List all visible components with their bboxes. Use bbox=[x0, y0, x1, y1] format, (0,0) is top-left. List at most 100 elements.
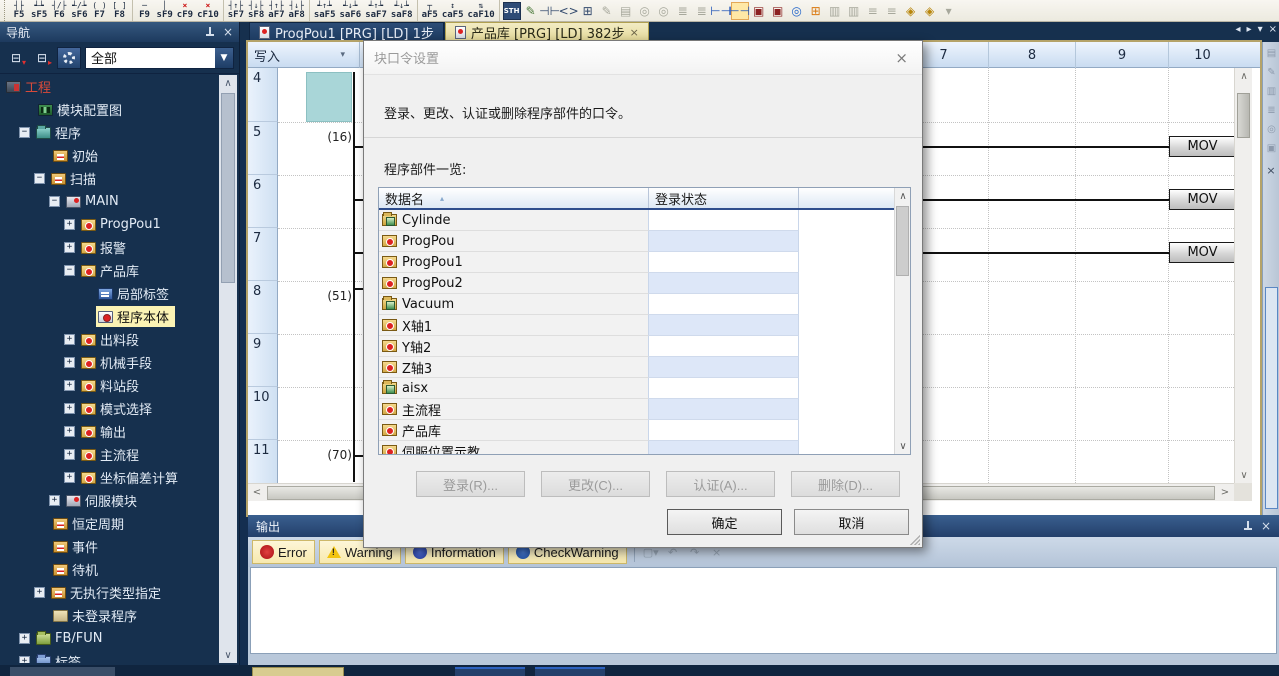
docked-tab-fragment[interactable] bbox=[10, 667, 115, 676]
tab-list-icon[interactable]: ▾ bbox=[1258, 24, 1263, 35]
tree-item-扫描[interactable]: −扫描 bbox=[2, 167, 219, 190]
tree-expand-icon[interactable]: + bbox=[34, 587, 45, 598]
close-icon[interactable]: × bbox=[891, 49, 912, 67]
register-button[interactable]: 登录(R)... bbox=[416, 471, 525, 497]
user-key-icon[interactable]: ◈ bbox=[921, 2, 939, 20]
editor-row-header-11[interactable]: 11 bbox=[248, 440, 278, 487]
ladder-button-saF6[interactable]: ┵↓┶saF6 bbox=[338, 0, 364, 21]
ladder-button-saF5[interactable]: ┵↑┶saF5 bbox=[312, 0, 338, 21]
pin-icon[interactable] bbox=[204, 27, 215, 38]
tree-item-输出[interactable]: +输出 bbox=[2, 420, 219, 443]
tree-item-料站段[interactable]: +料站段 bbox=[2, 374, 219, 397]
tree-expand-icon[interactable]: + bbox=[64, 449, 75, 460]
table-row-Z轴3[interactable]: Z轴3 bbox=[379, 357, 894, 378]
tree-expand-icon[interactable]: + bbox=[64, 426, 75, 437]
close-icon[interactable]: × bbox=[1263, 164, 1279, 177]
docked-icon[interactable]: ▥ bbox=[1264, 83, 1279, 99]
column-header-status[interactable]: 登录状态 bbox=[649, 188, 799, 208]
monitor-start-icon[interactable]: ⊢⊣ bbox=[712, 2, 730, 20]
column-header-data-name[interactable]: 数据名 ▴ bbox=[379, 188, 649, 208]
mov-instruction[interactable]: MOV bbox=[1169, 242, 1236, 263]
document-tab-1[interactable]: 产品库 [PRG] [LD] 382步× bbox=[445, 22, 649, 42]
tree-expand-icon[interactable]: + bbox=[64, 380, 75, 391]
editor-vertical-scrollbar[interactable]: ∧ ∨ bbox=[1234, 68, 1252, 483]
editor-row-header-7[interactable]: 7 bbox=[248, 228, 278, 281]
tab-scroll-left-icon[interactable]: ◂ bbox=[1236, 24, 1241, 35]
table-row-Y轴2[interactable]: Y轴2 bbox=[379, 336, 894, 357]
ladder-button-F7[interactable]: ( )F7 bbox=[90, 0, 110, 21]
expand-tree-icon[interactable]: ⊟▸ bbox=[31, 48, 53, 68]
ladder-button-F9[interactable]: ─F9 bbox=[135, 0, 155, 21]
docked-icon[interactable]: ▣ bbox=[1264, 140, 1279, 156]
docked-tab-fragment[interactable] bbox=[252, 667, 344, 676]
sth-instruction-icon[interactable]: STH bbox=[503, 2, 521, 20]
docked-icon[interactable]: ◎ bbox=[1264, 121, 1279, 137]
close-icon[interactable]: × bbox=[1261, 520, 1271, 532]
scroll-down-icon[interactable]: ∨ bbox=[219, 647, 237, 663]
tree-item-局部标签[interactable]: 局部标签 bbox=[2, 282, 219, 305]
toolbar-overflow-icon[interactable]: ▾ bbox=[940, 2, 958, 20]
tab-close-icon[interactable]: × bbox=[1269, 24, 1277, 35]
tree-item-ProgPou1[interactable]: +ProgPou1 bbox=[2, 213, 219, 236]
toolbar-grip[interactable] bbox=[0, 0, 5, 21]
tree-expand-icon[interactable]: + bbox=[19, 656, 30, 663]
editor-row-header-6[interactable]: 6 bbox=[248, 175, 278, 228]
pane-split-icon[interactable]: ▥ bbox=[845, 2, 863, 20]
ladder-button-cF9[interactable]: ×cF9 bbox=[175, 0, 195, 21]
scroll-thumb[interactable] bbox=[896, 206, 909, 276]
editor-row-header-9[interactable]: 9 bbox=[248, 334, 278, 387]
ok-button[interactable]: 确定 bbox=[667, 509, 782, 535]
tab-scroll-right-icon[interactable]: ▸ bbox=[1247, 24, 1252, 35]
ladder-button-saF8[interactable]: ┵↓┶saF8 bbox=[389, 0, 415, 21]
user-auth-icon[interactable]: ◈ bbox=[902, 2, 920, 20]
compare-icon[interactable]: <> bbox=[560, 2, 578, 20]
tree-expand-icon[interactable]: + bbox=[64, 357, 75, 368]
tree-item-FB/FUN[interactable]: +FB/FUN bbox=[2, 627, 219, 650]
scroll-up-icon[interactable]: ∧ bbox=[219, 75, 237, 91]
tree-item-模式选择[interactable]: +模式选择 bbox=[2, 397, 219, 420]
ladder-button-cF10[interactable]: ×cF10 bbox=[195, 0, 221, 21]
chevron-down-icon[interactable]: ▼ bbox=[215, 48, 233, 68]
chevron-down-icon[interactable]: ▾ bbox=[340, 50, 345, 60]
device-read-icon[interactable]: ▣ bbox=[769, 2, 787, 20]
tree-expand-icon[interactable]: + bbox=[64, 219, 75, 230]
pin-icon[interactable] bbox=[1242, 521, 1253, 532]
editor-mode-cell[interactable]: 写入 ▾ bbox=[248, 42, 360, 68]
tree-item-产品库[interactable]: −产品库 bbox=[2, 259, 219, 282]
tree-item-标签[interactable]: +标签 bbox=[2, 650, 219, 663]
tree-item-初始[interactable]: 初始 bbox=[2, 144, 219, 167]
mov-instruction[interactable]: MOV bbox=[1169, 189, 1236, 210]
scroll-down-icon[interactable]: ∨ bbox=[895, 438, 911, 454]
editor-row-header-4[interactable]: 4 bbox=[248, 68, 278, 122]
pane-icon[interactable]: ▥ bbox=[826, 2, 844, 20]
collapse-tree-icon[interactable]: ⊟▾ bbox=[5, 48, 27, 68]
edit-icon[interactable]: ✎ bbox=[598, 2, 616, 20]
docked-icon[interactable]: ≣ bbox=[1264, 102, 1279, 118]
mov-instruction[interactable]: MOV bbox=[1169, 136, 1236, 157]
ladder-button-aF7[interactable]: ┤↑├aF7 bbox=[266, 0, 286, 21]
table-row-ProgPou1[interactable]: ProgPou1 bbox=[379, 252, 894, 273]
tree-expand-icon[interactable]: − bbox=[49, 196, 60, 207]
cross-reference-icon[interactable]: ⊞ bbox=[807, 2, 825, 20]
find-replace-icon[interactable]: ◎ bbox=[655, 2, 673, 20]
tab-close-icon[interactable]: × bbox=[630, 26, 639, 39]
resize-grip[interactable] bbox=[910, 535, 920, 545]
align-right-icon[interactable]: ≡ bbox=[883, 2, 901, 20]
table-row-Cylinde[interactable]: Cylinde bbox=[379, 210, 894, 231]
tree-item-工程[interactable]: 工程 bbox=[2, 75, 219, 98]
ladder-button-F8[interactable]: [ ]F8 bbox=[110, 0, 130, 21]
close-icon[interactable]: × bbox=[223, 26, 233, 38]
comment-icon[interactable]: ≣ bbox=[674, 2, 692, 20]
table-row-Vacuum[interactable]: Vacuum bbox=[379, 294, 894, 315]
tree-expand-icon[interactable]: + bbox=[64, 242, 75, 253]
align-icon[interactable]: ≡ bbox=[864, 2, 882, 20]
ladder-button-caF5[interactable]: ↕caF5 bbox=[440, 0, 466, 21]
tree-item-程序本体[interactable]: 程序本体 bbox=[2, 305, 219, 328]
authenticate-button[interactable]: 认证(A)... bbox=[666, 471, 775, 497]
tree-item-伺服模块[interactable]: +伺服模块 bbox=[2, 489, 219, 512]
ladder-button-F6[interactable]: ┤/├F6 bbox=[49, 0, 69, 21]
document-tab-0[interactable]: ProgPou1 [PRG] [LD] 1步 bbox=[249, 22, 444, 42]
tree-expand-icon[interactable]: − bbox=[64, 265, 75, 276]
table-row-产品库[interactable]: 产品库 bbox=[379, 420, 894, 441]
tree-item-程序[interactable]: −程序 bbox=[2, 121, 219, 144]
